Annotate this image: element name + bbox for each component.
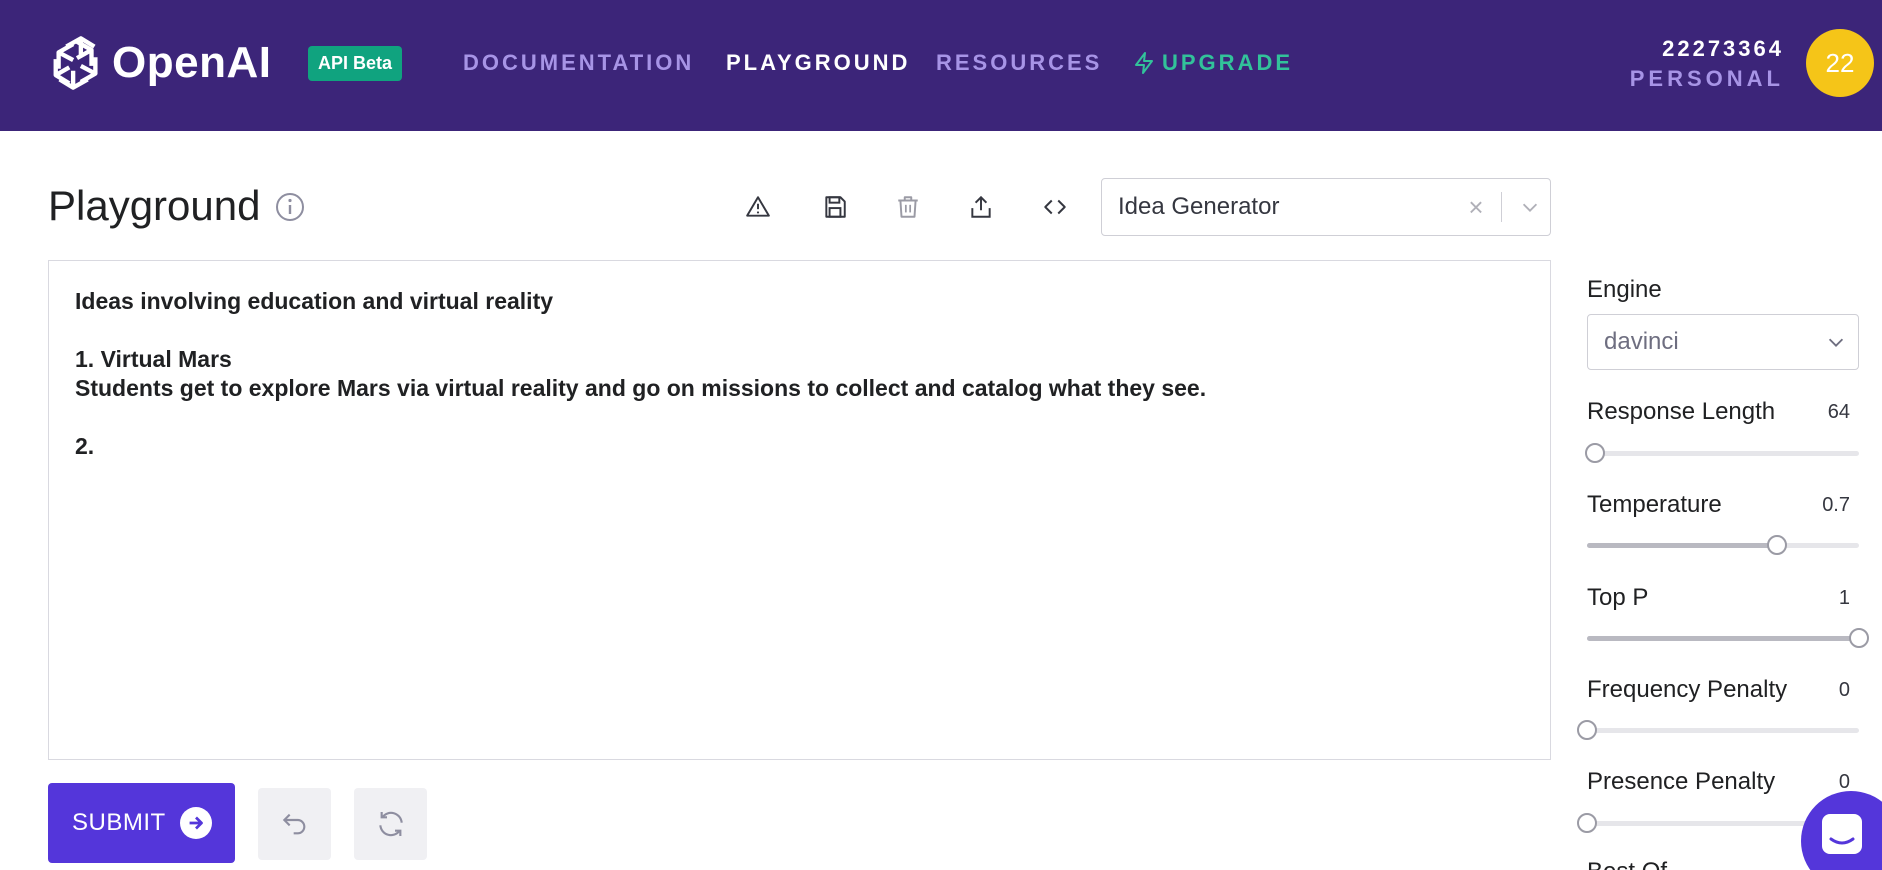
preset-divider xyxy=(1501,192,1502,222)
response-length-slider[interactable] xyxy=(1585,443,1859,463)
undo-icon xyxy=(282,813,305,835)
nav-playground[interactable]: PLAYGROUND xyxy=(726,50,910,76)
trash-icon[interactable] xyxy=(891,190,925,224)
submit-label: SUBMIT xyxy=(72,809,166,836)
frequency-penalty-slider[interactable] xyxy=(1577,720,1859,740)
best-of-label: Best Of xyxy=(1587,858,1667,870)
preset-select[interactable]: Idea Generator × xyxy=(1101,178,1551,236)
arrow-right-icon xyxy=(179,807,212,839)
share-icon[interactable] xyxy=(964,190,998,224)
editor-line: Students get to explore Mars via virtual… xyxy=(75,375,1207,401)
editor-line: Ideas involving education and virtual re… xyxy=(75,288,554,314)
regenerate-icon xyxy=(378,811,403,837)
chevron-down-icon xyxy=(1814,331,1858,353)
top-p-label: Top P xyxy=(1587,584,1649,611)
nav-upgrade-label: UPGRADE xyxy=(1162,50,1294,75)
top-navigation-bar: OpenAI API Beta DOCUMENTATION PLAYGROUND… xyxy=(0,0,1882,131)
submit-button[interactable]: SUBMIT xyxy=(48,783,235,863)
editor-line xyxy=(75,403,1524,432)
chevron-down-icon[interactable] xyxy=(1510,196,1550,218)
response-length-thumb[interactable] xyxy=(1585,443,1606,463)
nav-upgrade[interactable]: UPGRADE xyxy=(1132,50,1293,76)
temperature-value[interactable]: 0.7 xyxy=(1822,494,1850,517)
editor-line xyxy=(75,316,1524,345)
frequency-penalty-label: Frequency Penalty xyxy=(1587,676,1788,703)
page-title: Playground xyxy=(48,182,261,229)
account-type: PERSONAL xyxy=(1629,66,1784,91)
support-chat-button[interactable] xyxy=(1801,791,1882,870)
response-length-value[interactable]: 64 xyxy=(1828,401,1850,424)
top-p-slider[interactable] xyxy=(1587,628,1869,648)
presence-penalty-label: Presence Penalty xyxy=(1587,768,1776,795)
api-beta-badge: API Beta xyxy=(308,46,403,81)
nav-documentation[interactable]: DOCUMENTATION xyxy=(463,50,694,76)
lightning-icon xyxy=(1135,52,1153,74)
chat-icon xyxy=(1822,814,1862,854)
engine-label: Engine xyxy=(1587,276,1662,303)
code-icon[interactable] xyxy=(1038,190,1072,224)
account-id: 22273364 xyxy=(1662,36,1784,61)
temperature-fill xyxy=(1587,543,1778,548)
warning-icon[interactable] xyxy=(741,190,775,224)
frequency-penalty-thumb[interactable] xyxy=(1577,720,1597,740)
nav-resources[interactable]: RESOURCES xyxy=(936,50,1102,76)
avatar[interactable]: 22 xyxy=(1806,29,1874,97)
top-p-value[interactable]: 1 xyxy=(1839,587,1850,610)
top-p-thumb[interactable] xyxy=(1849,628,1869,648)
editor-line: 2. xyxy=(75,433,95,459)
temperature-label: Temperature xyxy=(1587,491,1722,518)
frequency-penalty-value[interactable]: 0 xyxy=(1839,679,1850,702)
openai-logo[interactable]: OpenAI xyxy=(48,34,271,92)
response-length-label: Response Length xyxy=(1587,398,1776,425)
editor-line: 1. Virtual Mars xyxy=(75,346,232,372)
regenerate-button[interactable] xyxy=(354,788,427,860)
temperature-slider[interactable] xyxy=(1587,535,1859,555)
preset-value: Idea Generator xyxy=(1118,193,1280,220)
undo-button[interactable] xyxy=(258,788,331,860)
engine-value: davinci xyxy=(1604,328,1679,355)
engine-select[interactable]: davinci xyxy=(1587,314,1859,370)
openai-logo-icon xyxy=(53,36,98,90)
temperature-thumb[interactable] xyxy=(1767,535,1788,555)
prompt-editor[interactable]: Ideas involving education and virtual re… xyxy=(48,260,1551,760)
info-icon[interactable] xyxy=(274,191,306,223)
logo-text: OpenAI xyxy=(112,38,272,87)
account-info[interactable]: 22273364 PERSONAL xyxy=(1630,36,1784,92)
presence-penalty-thumb[interactable] xyxy=(1577,813,1597,833)
clear-icon[interactable]: × xyxy=(1459,192,1493,223)
top-p-fill xyxy=(1587,636,1859,641)
save-icon[interactable] xyxy=(818,190,852,224)
